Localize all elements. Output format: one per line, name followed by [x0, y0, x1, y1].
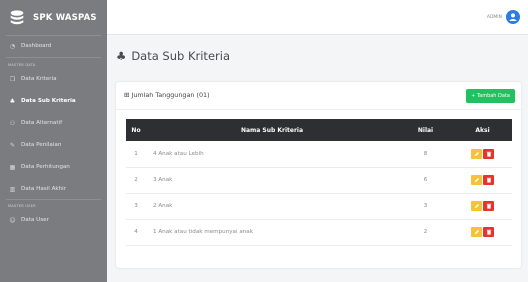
delete-button[interactable] [483, 201, 494, 211]
column-header-nilai: Nilai [417, 126, 434, 134]
cubes-icon: ♣ [9, 97, 16, 105]
sidebar-divider [6, 199, 101, 200]
cell-aksi [453, 193, 512, 220]
sub-kriteria-table: No Nama Sub Kriteria Nilai Aksi 1 4 Anak… [126, 119, 512, 246]
sidebar-item-label: Dashboard [21, 43, 52, 49]
cubes-icon: ♣ [116, 49, 127, 63]
user-label: ADMIN [486, 14, 502, 20]
trash-icon [486, 203, 491, 209]
sidebar-item-dashboard[interactable]: ◔ Dashboard [0, 38, 107, 54]
cell-name: 2 Anak [146, 193, 398, 220]
sidebar-item-data-perhitungan[interactable]: ▦ Data Perhitungan [0, 159, 107, 175]
sub-kriteria-card: ⊞ Jumlah Tanggungan (01) + Tambah Data N… [116, 82, 521, 268]
column-header-aksi: Aksi [475, 126, 490, 134]
cell-name: 4 Anak atau Lebih [146, 141, 398, 168]
sidebar-item-label: Data User [21, 217, 49, 223]
trash-icon [486, 151, 491, 157]
cell-name: 3 Anak [146, 167, 398, 194]
sidebar-item-label: Data Penilaian [21, 142, 62, 148]
edit-icon [474, 204, 479, 208]
delete-button[interactable] [483, 148, 494, 159]
edit-icon: ✎ [9, 141, 16, 149]
table-row: 1 4 Anak atau Lebih 8 [126, 141, 512, 168]
brand[interactable]: SPK WASPAS [0, 0, 107, 35]
table-icon: ⊞ [124, 91, 130, 99]
card-header: ⊞ Jumlah Tanggungan (01) + Tambah Data [116, 82, 521, 110]
edit-button[interactable] [471, 175, 482, 185]
sidebar-item-label: Data Sub Kriteria [21, 98, 76, 104]
users-icon: ⚇ [9, 119, 16, 127]
brand-name: SPK WASPAS [33, 12, 97, 23]
cell-nilai: 3 [398, 193, 453, 220]
sidebar: SPK WASPAS ◔ Dashboard MASTER DATA ❒ Dat… [0, 0, 107, 282]
cell-no: 4 [126, 219, 146, 246]
card-title: ⊞ Jumlah Tanggungan (01) [124, 91, 210, 99]
avatar[interactable] [506, 10, 520, 24]
user-icon: ☺ [9, 216, 16, 224]
cell-name: 1 Anak atau tidak mempunyai anak [146, 219, 398, 246]
cell-no: 2 [126, 167, 146, 194]
edit-icon [474, 151, 479, 156]
sidebar-item-data-kriteria[interactable]: ❒ Data Kriteria [0, 71, 107, 87]
cube-icon: ❒ [9, 75, 16, 83]
sidebar-item-label: Data Hasil Akhir [21, 186, 67, 192]
sidebar-item-label: Data Kriteria [21, 76, 57, 82]
sidebar-item-label: Data Perhitungan [21, 164, 70, 170]
trash-icon [486, 177, 491, 183]
sidebar-item-data-sub-kriteria[interactable]: ♣ Data Sub Kriteria [0, 93, 107, 109]
sidebar-item-data-alternatif[interactable]: ⚇ Data Alternatif [0, 115, 107, 131]
cell-nilai: 8 [398, 141, 453, 168]
column-header-no: No [131, 126, 141, 134]
sidebar-divider [6, 57, 101, 58]
add-data-button[interactable]: + Tambah Data [466, 89, 515, 103]
cell-nilai: 2 [398, 219, 453, 246]
edit-icon [474, 178, 479, 182]
sidebar-item-label: Data Alternatif [21, 120, 63, 126]
sidebar-item-data-penilaian[interactable]: ✎ Data Penilaian [0, 137, 107, 153]
section-label-master-user: MASTER USER [8, 204, 36, 208]
topbar: ADMIN [107, 0, 528, 35]
edit-icon [474, 230, 479, 234]
table-row: 4 1 Anak atau tidak mempunyai anak 2 [126, 219, 512, 246]
user-icon [509, 13, 517, 21]
cell-no: 1 [126, 141, 146, 168]
cell-nilai: 6 [398, 167, 453, 194]
sidebar-divider [6, 35, 101, 36]
edit-button[interactable] [471, 148, 482, 159]
table-row: 2 3 Anak 6 [126, 167, 512, 194]
chart-icon: ▥ [9, 185, 16, 193]
calculator-icon: ▦ [9, 163, 16, 171]
delete-button[interactable] [483, 175, 494, 185]
cell-no: 3 [126, 193, 146, 220]
column-header-nama: Nama Sub Kriteria [240, 126, 304, 134]
cell-aksi [453, 219, 512, 246]
section-label-master-data: MASTER DATA [8, 63, 36, 67]
cell-aksi [453, 141, 512, 168]
trash-icon [486, 229, 491, 235]
card-title-text: Jumlah Tanggungan (01) [131, 91, 210, 99]
page-title-text: Data Sub Kriteria [131, 49, 230, 63]
cell-aksi [453, 167, 512, 194]
table-header-row: No Nama Sub Kriteria Nilai Aksi [126, 119, 512, 141]
page-title: ♣ Data Sub Kriteria [116, 49, 230, 63]
delete-button[interactable] [483, 227, 494, 237]
table-row: 3 2 Anak 3 [126, 193, 512, 220]
edit-button[interactable] [471, 227, 482, 237]
sidebar-item-data-hasil-akhir[interactable]: ▥ Data Hasil Akhir [0, 181, 107, 197]
edit-button[interactable] [471, 201, 482, 211]
database-icon [10, 9, 24, 24]
sidebar-item-data-user[interactable]: ☺ Data User [0, 212, 107, 228]
user-menu[interactable]: ADMIN [487, 10, 520, 24]
dashboard-icon: ◔ [9, 42, 16, 50]
